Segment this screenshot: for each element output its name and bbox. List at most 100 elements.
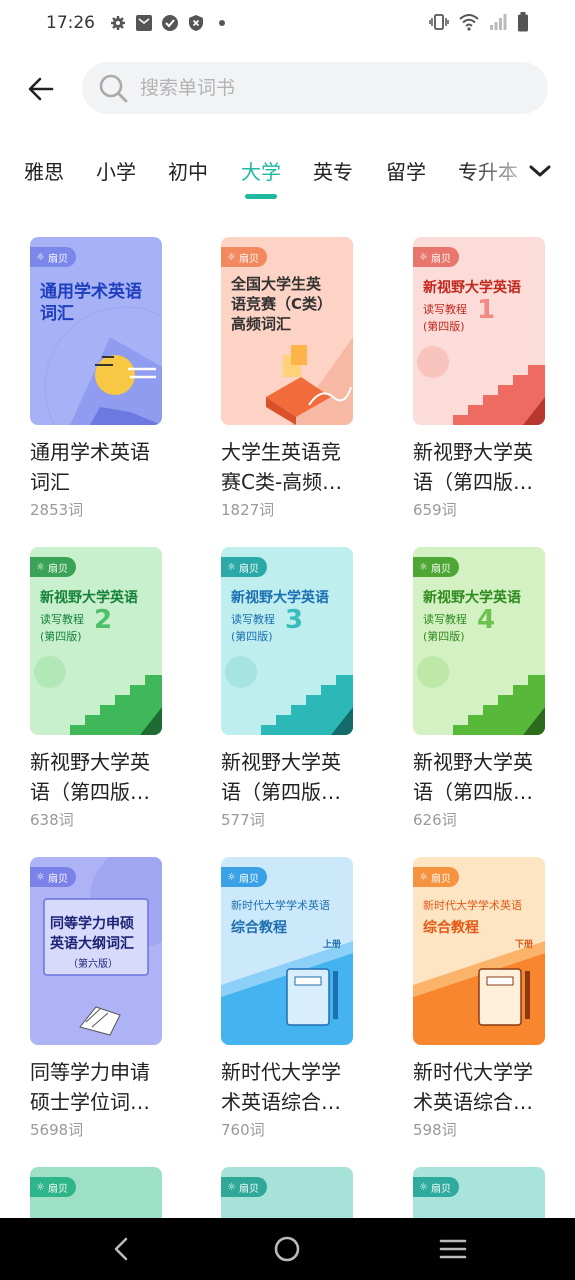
shell-icon: ☼ — [36, 1181, 45, 1193]
word-count: 5698词 — [30, 1121, 84, 1139]
cover-edition: （第六版） — [68, 959, 118, 970]
shell-icon: ☼ — [419, 251, 428, 263]
cover-title: 新视野大学英语 — [423, 280, 521, 296]
tab-upgrade[interactable]: 专升本 — [458, 156, 518, 185]
brand-badge: ☼ 扇贝 — [413, 867, 459, 887]
book-card[interactable]: ☼ 扇贝 全国大学生英 语竞赛（C类） 高频词汇 大学生英语竞赛C类-高频… 18… — [221, 237, 353, 520]
book-card[interactable]: ☼ 扇贝 通用学术英语 词汇 通用学术英语词汇 2853词 — [30, 237, 162, 520]
brand-badge-label: 扇贝 — [47, 253, 68, 265]
tab-ielts[interactable]: 雅思 — [24, 156, 64, 185]
book-cover: ☼ 扇贝 — [413, 1167, 545, 1218]
book-cover: ☼ 扇贝 — [30, 1167, 162, 1218]
book-card[interactable]: ☼ 扇贝 新视野大学英语 读写教程 (第四版) 4 新视野大学英语（第四版… 62… — [413, 547, 545, 830]
cover-title-line2: 综合教程 — [231, 920, 287, 936]
shell-icon: ☼ — [36, 561, 45, 573]
book-card[interactable]: ☼ 扇贝 — [221, 1167, 353, 1218]
cover-edition: (第四版) — [423, 630, 465, 643]
cover-subtitle: 读写教程 — [40, 613, 84, 626]
book-card[interactable]: ☼ 扇贝 — [30, 1167, 162, 1218]
book-cover: ☼ 扇贝 全国大学生英 语竞赛（C类） 高频词汇 — [221, 237, 353, 425]
cover-volume-number: 3 — [285, 605, 304, 635]
brand-badge: ☼ 扇贝 — [30, 247, 76, 267]
nav-recents-button[interactable] — [436, 1232, 470, 1266]
search-icon — [99, 74, 128, 103]
book-cover: ☼ 扇贝 同等学力申硕 英语大纲词汇 （第六版） — [30, 857, 162, 1045]
tab-english-major[interactable]: 英专 — [313, 156, 353, 185]
book-card[interactable]: ☼ 扇贝 新时代大学学术英语 综合教程 上册 新时代大学学术英语综合… 760词 — [221, 857, 353, 1140]
brand-badge: ☼ 扇贝 — [30, 867, 76, 887]
brand-badge: ☼ 扇贝 — [221, 867, 267, 887]
book-title: 新视野大学英语（第四版… — [221, 750, 341, 804]
brand-badge: ☼ 扇贝 — [413, 557, 459, 577]
book-card[interactable]: ☼ 扇贝 新视野大学英语 读写教程 (第四版) 2 新视野大学英语（第四版… 63… — [30, 547, 162, 830]
book-cover: ☼ 扇贝 新视野大学英语 读写教程 (第四版) 2 — [30, 547, 162, 735]
chevron-left-icon — [114, 1237, 128, 1261]
cover-volume: 下册 — [515, 940, 534, 950]
cover-volume-number: 4 — [477, 605, 496, 635]
battery-icon — [517, 12, 529, 36]
book-title: 同等学力申请硕士学位词… — [30, 1060, 150, 1114]
cover-title-line2: 语竞赛（C类） — [231, 295, 333, 313]
status-bar: 17:26 — [0, 0, 575, 46]
header — [0, 60, 575, 116]
book-card[interactable]: ☼ 扇贝 新视野大学英语 读写教程 (第四版) 1 新视野大学英语（第四版… 65… — [413, 237, 545, 520]
tab-university[interactable]: 大学 — [241, 156, 281, 185]
brand-badge-label: 扇贝 — [47, 873, 68, 885]
tab-study-abroad[interactable]: 留学 — [386, 156, 426, 185]
dot-icon — [213, 14, 231, 32]
tab-junior-high[interactable]: 初中 — [168, 156, 208, 185]
brand-badge: ☼ 扇贝 — [30, 557, 76, 577]
book-title: 新视野大学英语（第四版… — [413, 440, 533, 494]
cover-title: 全国大学生英 — [231, 275, 322, 293]
word-count: 598词 — [413, 1121, 457, 1139]
search-box[interactable] — [82, 62, 548, 114]
brand-badge-label: 扇贝 — [430, 873, 451, 885]
cover-subtitle: 读写教程 — [231, 613, 275, 626]
nav-back-button[interactable] — [104, 1232, 138, 1266]
book-card[interactable]: ☼ 扇贝 — [413, 1167, 545, 1218]
cover-title-line2: 词汇 — [40, 304, 74, 324]
more-tabs-button[interactable] — [527, 158, 553, 184]
system-nav-bar — [0, 1218, 575, 1280]
nav-home-button[interactable] — [270, 1232, 304, 1266]
shell-icon: ☼ — [36, 871, 45, 883]
cover-title: 新时代大学学术英语 — [231, 899, 330, 912]
book-cover: ☼ 扇贝 新视野大学英语 读写教程 (第四版) 1 — [413, 237, 545, 425]
brand-badge-label: 扇贝 — [47, 563, 68, 575]
category-tabs: 雅思 小学 初中 大学 英专 留学 专升本 — [0, 150, 575, 200]
book-cover: ☼ 扇贝 — [221, 1167, 353, 1218]
cover-volume-number: 2 — [94, 605, 113, 635]
vibrate-icon — [429, 13, 449, 35]
cover-title-line3: 高频词汇 — [231, 315, 292, 333]
word-count: 760词 — [221, 1121, 265, 1139]
tab-primary[interactable]: 小学 — [96, 156, 136, 185]
cover-volume: 上册 — [323, 940, 342, 950]
cover-title: 新视野大学英语 — [423, 590, 521, 606]
cover-volume-number: 1 — [477, 295, 496, 325]
back-button[interactable] — [22, 70, 60, 108]
brand-badge-label: 扇贝 — [238, 873, 259, 885]
book-card[interactable]: ☼ 扇贝 同等学力申硕 英语大纲词汇 （第六版） 同等学力申请硕士学位词… 569… — [30, 857, 162, 1140]
search-input[interactable] — [140, 77, 520, 99]
brand-badge-label: 扇贝 — [238, 253, 259, 265]
book-cover: ☼ 扇贝 新时代大学学术英语 综合教程 上册 — [221, 857, 353, 1045]
book-title: 新视野大学英语（第四版… — [30, 750, 150, 804]
brand-badge: ☼ 扇贝 — [221, 557, 267, 577]
word-count: 577词 — [221, 811, 265, 829]
brand-badge-label: 扇贝 — [47, 1183, 68, 1195]
cover-edition: (第四版) — [423, 320, 465, 333]
brand-badge: ☼ 扇贝 — [30, 1177, 76, 1197]
word-count: 638词 — [30, 811, 74, 829]
brand-badge: ☼ 扇贝 — [413, 1177, 459, 1197]
book-title: 新时代大学学术英语综合… — [221, 1060, 341, 1114]
shell-icon: ☼ — [227, 251, 236, 263]
book-card[interactable]: ☼ 扇贝 新视野大学英语 读写教程 (第四版) 3 新视野大学英语（第四版… 57… — [221, 547, 353, 830]
book-card[interactable]: ☼ 扇贝 新时代大学学术英语 综合教程 下册 新时代大学学术英语综合… 598词 — [413, 857, 545, 1140]
menu-lines-icon — [439, 1239, 467, 1259]
book-title: 新视野大学英语（第四版… — [413, 750, 533, 804]
brand-badge-label: 扇贝 — [238, 563, 259, 575]
cover-subtitle: 读写教程 — [423, 613, 467, 626]
arrow-left-icon — [28, 77, 54, 101]
brand-badge-label: 扇贝 — [238, 1183, 259, 1195]
active-tab-indicator — [245, 194, 277, 199]
